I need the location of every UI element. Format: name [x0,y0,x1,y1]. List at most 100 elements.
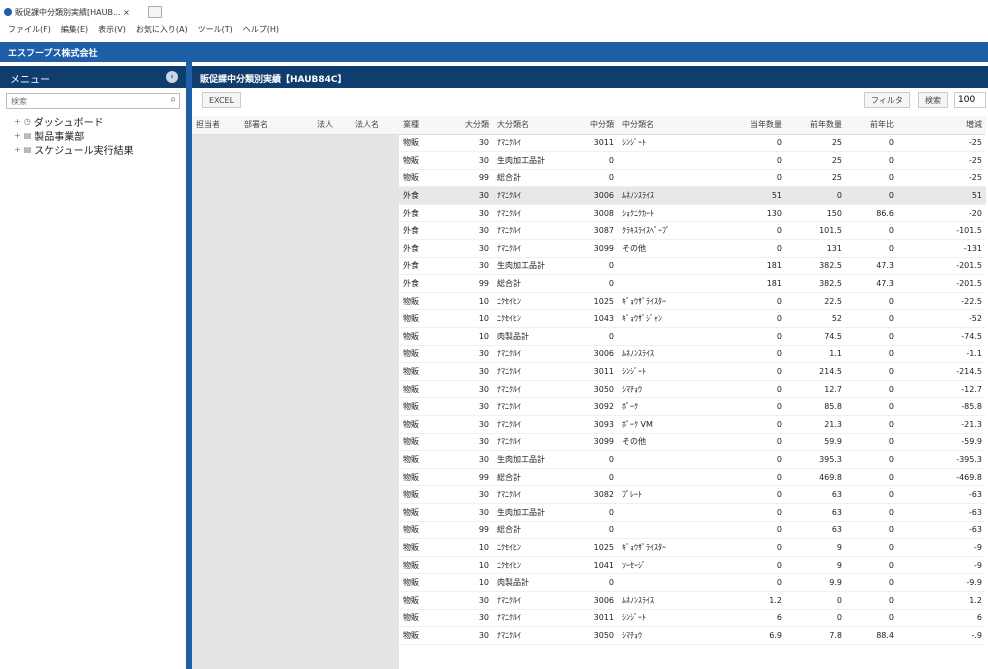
column-header[interactable]: 業種 [399,116,441,135]
table-row[interactable]: 物販 30 生肉加工品計 0 0 395.3 0 -395.3 [192,450,986,469]
table-cell-empty [192,627,240,645]
menu-edit[interactable]: 編集(E) [61,24,88,35]
table-cell [618,521,710,540]
table-row[interactable]: 物販 10 ﾆｸｾｲﾋﾝ 1025 ｷﾞｮｳｻﾞﾗｲｽﾀｰ 0 22.5 0 -22.5 [192,292,986,311]
table-cell-empty [192,134,240,152]
column-header[interactable]: 増減 [898,116,986,135]
table-row[interactable]: 外食 30 ﾅﾏﾆｸﾙｲ 3099 その他 0 131 0 -131 [192,239,986,258]
table-row[interactable]: 物販 30 ﾅﾏﾆｸﾙｲ 3099 その他 0 59.9 0 -59.9 [192,433,986,452]
table-cell: ﾆｸｾｲﾋﾝ [493,309,573,329]
table-cell: 物販 [399,626,441,645]
table-cell: 物販 [399,573,441,592]
table-cell: 0 [710,362,786,381]
table-row[interactable]: 物販 30 ﾅﾏﾆｸﾙｲ 3011 ｼﾝｼﾞｰﾄ 0 214.5 0 -214.5 [192,362,986,381]
table-cell: 物販 [399,134,441,153]
table-cell: 0 [846,591,898,610]
table-row[interactable]: 物販 30 ﾅﾏﾆｸﾙｲ 3050 ｼﾏﾁｮｳ 6.9 7.8 88.4 -.9 [192,626,986,645]
column-header[interactable]: 部署名 [240,116,313,135]
table-cell: 0 [573,468,618,487]
table-cell-empty [240,169,313,187]
menu-favorites[interactable]: お気に入り(A) [136,24,188,35]
filter-button[interactable]: フィルタ [864,92,910,108]
column-header[interactable]: 当年数量 [710,116,786,135]
column-header[interactable]: 中分類名 [618,116,710,135]
column-header[interactable]: 大分類名 [493,116,573,135]
table-row[interactable]: 物販 99 総合計 0 0 25 0 -25 [192,169,986,188]
table-cell: 469.8 [786,468,846,487]
table-cell: 30 [441,221,493,241]
table-row[interactable]: 物販 30 ﾅﾏﾆｸﾙｲ 3006 ﾑﾈﾉﾝｽﾗｲｽ 0 1.1 0 -1.1 [192,345,986,364]
table-row[interactable]: 物販 30 ﾅﾏﾆｸﾙｲ 3092 ﾎﾟｰｸ 0 85.8 0 -85.8 [192,397,986,416]
table-cell: -9 [898,538,986,557]
sidebar-item-products[interactable]: + ▤ 製品事業部 [0,128,186,143]
table-row[interactable]: 物販 10 肉製品計 0 0 74.5 0 -74.5 [192,327,986,346]
table-row[interactable]: 物販 30 ﾅﾏﾆｸﾙｲ 3050 ｼﾏﾁｮｳ 0 12.7 0 -12.7 [192,380,986,399]
table-cell-empty [192,539,240,557]
table-row[interactable]: 物販 10 肉製品計 0 0 9.9 0 -9.9 [192,573,986,592]
table-cell: 生肉加工品計 [493,503,573,522]
table-row[interactable]: 外食 30 ﾅﾏﾆｸﾙｲ 3006 ﾑﾈﾉﾝｽﾗｲｽ 51 0 0 51 [192,186,986,205]
table-cell-empty [313,257,351,275]
column-header[interactable]: 大分類 [441,116,493,135]
table-cell: 0 [786,591,846,610]
table-row[interactable]: 物販 30 ﾅﾏﾆｸﾙｲ 3093 ﾎﾟｰｸ VM 0 21.3 0 -21.3 [192,415,986,434]
excel-button[interactable]: EXCEL [202,92,242,108]
table-cell-empty [192,380,240,398]
table-row[interactable]: 物販 30 生肉加工品計 0 0 25 0 -25 [192,151,986,170]
table-cell: 30 [441,134,493,153]
table-cell: -25 [898,134,986,153]
table-row[interactable]: 外食 30 ﾅﾏﾆｸﾙｲ 3008 ｼｮｸﾆｸｶｰﾄ 130 150 86.6 -20 [192,204,986,223]
table-cell: 0 [846,397,898,416]
table-cell-empty [351,310,399,328]
table-row[interactable]: 外食 30 生肉加工品計 0 181 382.5 47.3 -201.5 [192,257,986,276]
new-tab-button[interactable] [148,6,162,18]
page-size-input[interactable] [954,92,986,108]
table-cell-empty [192,433,240,451]
table-row[interactable]: 物販 10 ﾆｸｾｲﾋﾝ 1043 ｷﾞｮｳｻﾞｼﾞｬﾝ 0 52 0 -52 [192,309,986,329]
sidebar-item-dashboard[interactable]: + ◷ ダッシュボード [0,114,186,129]
column-header[interactable]: 前年数量 [786,116,846,135]
column-header[interactable]: 担当者 [192,116,240,135]
search-button[interactable]: 検索 [918,92,948,108]
table-row[interactable]: 物販 30 生肉加工品計 0 0 63 0 -63 [192,503,986,522]
table-cell: ﾅﾏﾆｸﾙｲ [493,186,573,205]
expand-icon[interactable]: + [14,117,21,126]
expand-icon[interactable]: + [14,131,21,140]
table-row[interactable]: 物販 99 総合計 0 0 63 0 -63 [192,521,986,540]
column-header[interactable]: 中分類 [573,116,618,135]
expand-icon[interactable]: + [14,145,21,154]
table-row[interactable]: 物販 10 ﾆｸｾｲﾋﾝ 1041 ｿｰｾｰｼﾞ 0 9 0 -9 [192,556,986,575]
menu-view[interactable]: 表示(V) [98,24,126,35]
table-cell: ﾆｸｾｲﾋﾝ [493,556,573,575]
table-row[interactable]: 物販 30 ﾅﾏﾆｸﾙｲ 3006 ﾑﾈﾉﾝｽﾗｲｽ 1.2 0 0 1.2 [192,591,986,610]
table-row[interactable]: 外食 30 ﾅﾏﾆｸﾙｲ 3087 ｸﾗｷｽﾗｲｽﾍﾟｰﾌﾟ 0 101.5 0 -101.5 [192,221,986,241]
table-cell-empty [351,204,399,222]
browser-tab-bar: 販促課中分類別実績[HAUB... × [0,0,988,22]
column-header[interactable]: 前年比 [846,116,898,135]
column-header[interactable]: 法人 [313,116,351,135]
table-row[interactable]: 物販 30 ﾅﾏﾆｸﾙｲ 3082 ﾌﾟﾚｰﾄ 0 63 0 -63 [192,485,986,504]
sidebar-item-schedule[interactable]: + ▤ スケジュール実行結果 [0,142,186,157]
table-cell: 10 [441,573,493,592]
table-row[interactable]: 外食 99 総合計 0 181 382.5 47.3 -201.5 [192,274,986,293]
collapse-icon[interactable]: ‹ [166,71,178,83]
results-table: 担当者 部署名 法人 法人名 業種 大分類 大分類名 中分類 中分類名 当年数量 前年数量 前年比 増減… [192,116,986,645]
table-row[interactable]: 物販 30 ﾅﾏﾆｸﾙｲ 3011 ｼﾝｼﾞｰﾄ 0 25 0 -25 [192,134,986,153]
search-icon[interactable]: ⌕ [170,94,176,105]
table-row[interactable]: 物販 10 ﾆｸｾｲﾋﾝ 1025 ｷﾞｮｳｻﾞﾗｲｽﾀｰ 0 9 0 -9 [192,538,986,557]
menu-file[interactable]: ファイル(F) [8,24,51,35]
sidebar-search: ⌕ [6,93,180,109]
column-header[interactable]: 法人名 [351,116,399,135]
table-cell: 51 [710,186,786,205]
table-row[interactable]: 物販 30 ﾅﾏﾆｸﾙｲ 3011 ｼﾝｼﾞｰﾄ 6 0 0 6 [192,609,986,628]
table-cell: ｼﾝｼﾞｰﾄ [618,134,710,153]
sidebar-search-input[interactable] [6,93,180,109]
table-row[interactable]: 物販 99 総合計 0 0 469.8 0 -469.8 [192,468,986,487]
table-cell: 外食 [399,204,441,223]
table-cell: 0 [846,538,898,557]
table-cell: 99 [441,169,493,188]
table-cell: ﾅﾏﾆｸﾙｲ [493,221,573,241]
menu-tools[interactable]: ツール(T) [198,24,233,35]
browser-tab[interactable]: 販促課中分類別実績[HAUB... × [4,4,130,20]
menu-help[interactable]: ヘルプ(H) [243,24,279,35]
